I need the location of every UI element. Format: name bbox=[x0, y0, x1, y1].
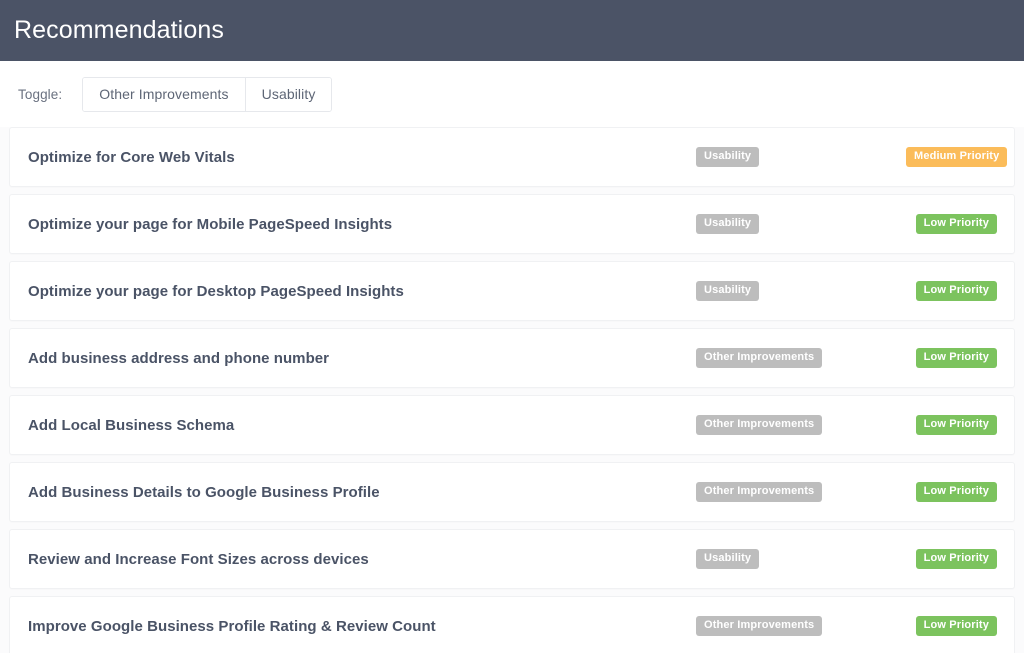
recommendation-priority-cell: Low Priority bbox=[906, 348, 1004, 368]
category-badge: Usability bbox=[696, 281, 759, 301]
recommendation-title: Optimize your page for Mobile PageSpeed … bbox=[28, 216, 696, 233]
recommendation-title: Optimize for Core Web Vitals bbox=[28, 149, 696, 166]
recommendation-priority-cell: Medium Priority bbox=[906, 147, 1014, 167]
recommendation-row[interactable]: Optimize for Core Web VitalsUsability Med… bbox=[9, 127, 1015, 187]
category-badge: Usability bbox=[696, 147, 759, 167]
recommendation-title: Add Business Details to Google Business … bbox=[28, 484, 696, 501]
category-badge: Other Improvements bbox=[696, 415, 822, 435]
recommendation-category-cell: Other Improvements bbox=[696, 348, 906, 368]
recommendation-category-cell: Usability bbox=[696, 214, 906, 234]
priority-badge: Low Priority bbox=[916, 482, 997, 502]
toggle-button-other-improvements[interactable]: Other Improvements bbox=[83, 78, 244, 111]
recommendation-title: Optimize your page for Desktop PageSpeed… bbox=[28, 283, 696, 300]
recommendation-category-cell: Usability bbox=[696, 549, 906, 569]
category-badge: Usability bbox=[696, 214, 759, 234]
recommendation-priority-cell: Low Priority bbox=[906, 281, 1004, 301]
recommendation-row[interactable]: Add Local Business SchemaOther Improveme… bbox=[9, 395, 1015, 455]
recommendation-priority-cell: Low Priority bbox=[906, 482, 1004, 502]
recommendation-priority-cell: Low Priority bbox=[906, 616, 1004, 636]
recommendation-row[interactable]: Optimize your page for Desktop PageSpeed… bbox=[9, 261, 1015, 321]
recommendation-priority-cell: Low Priority bbox=[906, 214, 1004, 234]
recommendation-priority-cell: Low Priority bbox=[906, 415, 1004, 435]
priority-badge: Low Priority bbox=[916, 348, 997, 368]
priority-badge: Low Priority bbox=[916, 616, 997, 636]
recommendation-title: Improve Google Business Profile Rating &… bbox=[28, 618, 696, 635]
toggle-bar: Toggle: Other Improvements Usability bbox=[0, 61, 1024, 127]
category-badge: Other Improvements bbox=[696, 482, 822, 502]
priority-badge: Medium Priority bbox=[906, 147, 1007, 167]
recommendation-title: Add Local Business Schema bbox=[28, 417, 696, 434]
toggle-button-usability[interactable]: Usability bbox=[245, 78, 332, 111]
toggle-label: Toggle: bbox=[18, 87, 62, 102]
recommendation-row[interactable]: Review and Increase Font Sizes across de… bbox=[9, 529, 1015, 589]
category-badge: Other Improvements bbox=[696, 616, 822, 636]
recommendations-list: Optimize for Core Web VitalsUsabilityMed… bbox=[0, 127, 1024, 653]
recommendation-title: Add business address and phone number bbox=[28, 350, 696, 367]
page-title: Recommendations bbox=[14, 18, 224, 43]
recommendation-row[interactable]: Add Business Details to Google Business … bbox=[9, 462, 1015, 522]
recommendation-category-cell: Usability bbox=[696, 281, 906, 301]
recommendation-category-cell: Other Improvements bbox=[696, 616, 906, 636]
category-badge: Usability bbox=[696, 549, 759, 569]
priority-badge: Low Priority bbox=[916, 549, 997, 569]
recommendation-title: Review and Increase Font Sizes across de… bbox=[28, 551, 696, 568]
recommendation-row[interactable]: Optimize your page for Mobile PageSpeed … bbox=[9, 194, 1015, 254]
recommendation-priority-cell: Low Priority bbox=[906, 549, 1004, 569]
priority-badge: Low Priority bbox=[916, 415, 997, 435]
category-toggle-group[interactable]: Other Improvements Usability bbox=[82, 77, 332, 112]
recommendation-row[interactable]: Improve Google Business Profile Rating &… bbox=[9, 596, 1015, 653]
recommendation-category-cell: Other Improvements bbox=[696, 415, 906, 435]
recommendation-category-cell: Usability bbox=[696, 147, 906, 167]
recommendation-category-cell: Other Improvements bbox=[696, 482, 906, 502]
category-badge: Other Improvements bbox=[696, 348, 822, 368]
app-header: Recommendations bbox=[0, 0, 1024, 61]
recommendation-row[interactable]: Add business address and phone numberOth… bbox=[9, 328, 1015, 388]
priority-badge: Low Priority bbox=[916, 214, 997, 234]
priority-badge: Low Priority bbox=[916, 281, 997, 301]
